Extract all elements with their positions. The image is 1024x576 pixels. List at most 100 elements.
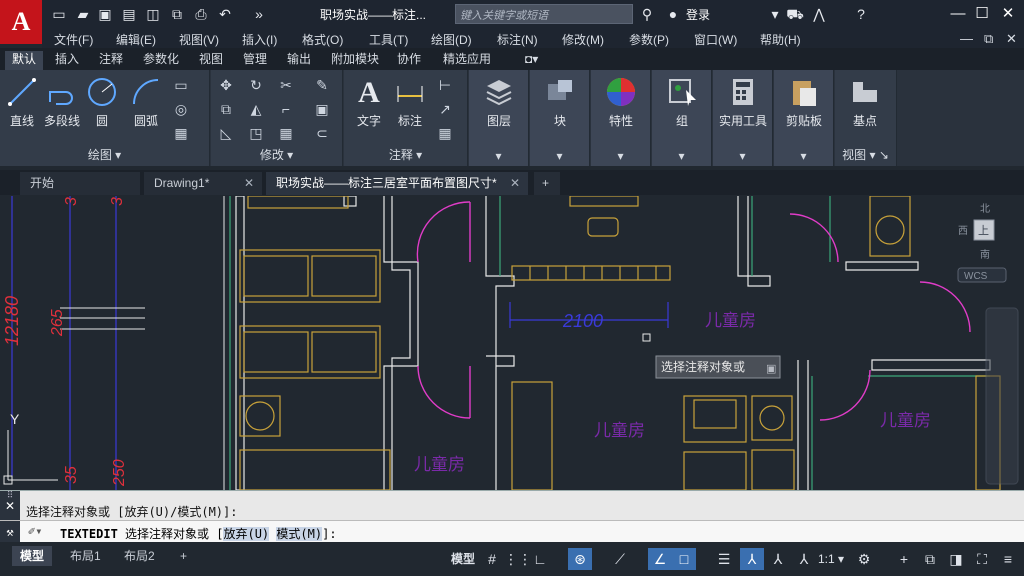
doc-restore-icon[interactable]: ⧉	[984, 31, 993, 47]
stretch-icon[interactable]: ◺	[217, 124, 235, 142]
gradient-icon[interactable]: ▦	[172, 124, 190, 142]
layout-tab-model[interactable]: 模型	[12, 546, 53, 566]
circle-button[interactable]: 圆	[86, 76, 118, 129]
viewcube-north[interactable]: 北	[980, 203, 990, 215]
menu-draw[interactable]: 绘图(D)	[431, 31, 472, 48]
dim-text-2100[interactable]: 2100	[562, 311, 603, 331]
network-icon[interactable]: ⋀	[810, 5, 828, 23]
command-line[interactable]: ⚒ ✐▾ TEXTEDIT 选择注释对象或 [放弃(U) 模式(M)]:	[0, 520, 1024, 543]
menu-window[interactable]: 窗口(W)	[694, 31, 737, 48]
lineweight-icon[interactable]: ☰	[712, 548, 736, 570]
tab-addins[interactable]: 附加模块	[324, 51, 386, 70]
scale-icon[interactable]: ◳	[247, 124, 265, 142]
fillet-icon[interactable]: ⌐	[277, 100, 295, 118]
hardware-accel-icon[interactable]: ◨	[944, 548, 968, 570]
annotation-visibility-icon[interactable]: ⅄	[740, 548, 764, 570]
isolate-icon[interactable]: ⧉	[918, 548, 942, 570]
redo-icon[interactable]: »	[250, 5, 268, 23]
utilities-button[interactable]: 实用工具	[717, 76, 769, 129]
close-icon[interactable]: ✕	[510, 172, 520, 194]
fullscreen-icon[interactable]: ⛶	[970, 548, 994, 570]
plus-icon[interactable]: +	[892, 548, 916, 570]
maximize-icon[interactable]: ☐	[972, 4, 992, 24]
web-icon[interactable]: ◫	[144, 5, 162, 23]
gear-icon[interactable]: ⚙	[852, 548, 876, 570]
modify-panel-label[interactable]: 修改 ▾	[211, 146, 342, 163]
command-grip[interactable]: ⠿ ✕	[0, 491, 20, 521]
tab-annotate[interactable]: 注释	[92, 51, 130, 70]
new-tab-button[interactable]: +	[534, 172, 560, 195]
arc-button[interactable]: 圆弧	[128, 76, 164, 129]
linear-dim-icon[interactable]: ⊢	[436, 76, 454, 94]
undo-icon[interactable]: ↶	[216, 5, 234, 23]
search-input[interactable]: 键入关键字或短语	[455, 4, 633, 24]
annotation-scale-icon[interactable]: ⅄	[792, 548, 816, 570]
array-icon[interactable]: ▦	[277, 124, 295, 142]
rotate-icon[interactable]: ↻	[247, 76, 265, 94]
view-panel-label[interactable]: 视图 ▾ ↘	[835, 146, 896, 163]
menu-modify[interactable]: 修改(M)	[562, 31, 604, 48]
grid-icon[interactable]: #	[480, 548, 504, 570]
cloud-icon[interactable]: ⧉	[168, 5, 186, 23]
plot-icon[interactable]: ⎙	[192, 5, 210, 23]
drawing-svg[interactable]: 12180 265 3 3 35 250 Y 2100 儿童房 儿童房 儿童房 …	[0, 196, 1024, 490]
explode-icon[interactable]: ▣	[313, 100, 331, 118]
group-dropdown-icon[interactable]: ▾	[652, 149, 711, 163]
viewcube-south[interactable]: 南	[980, 248, 990, 261]
menu-help[interactable]: 帮助(H)	[760, 31, 801, 48]
tab-insert[interactable]: 插入	[48, 51, 86, 70]
tab-featured-apps[interactable]: 精选应用	[436, 51, 498, 70]
copy-icon[interactable]: ⧉	[217, 100, 235, 118]
object-track-icon[interactable]: ∠	[648, 548, 672, 570]
clipboard-dropdown-icon[interactable]: ▾	[774, 149, 833, 163]
draw-panel-label[interactable]: 绘图 ▾	[0, 146, 209, 163]
doc-tab-start[interactable]: 开始	[20, 172, 140, 195]
move-icon[interactable]: ✥	[217, 76, 235, 94]
help-icon[interactable]: ?	[852, 5, 870, 23]
mirror-icon[interactable]: ◭	[247, 100, 265, 118]
group-button[interactable]: 组	[664, 76, 700, 129]
open-icon[interactable]: ▰	[74, 5, 92, 23]
cart-icon[interactable]: ⛟	[786, 5, 804, 23]
scale-dropdown[interactable]: 1:1 ▾	[814, 548, 848, 570]
save-icon[interactable]: ▣	[96, 5, 114, 23]
text-button[interactable]: A 文字	[352, 76, 386, 129]
doc-tab-drawing1[interactable]: Drawing1* ✕	[144, 172, 262, 195]
close-icon[interactable]: ✕	[244, 172, 254, 194]
command-prompt[interactable]: TEXTEDIT 选择注释对象或 [放弃(U) 模式(M)]:	[60, 525, 337, 542]
doc-tab-current[interactable]: 职场实战——标注三居室平面布置图尺寸* ✕	[266, 172, 528, 195]
option-undo[interactable]: 放弃(U)	[223, 527, 270, 541]
viewcube-west[interactable]: 西	[958, 226, 968, 237]
add-layout-button[interactable]: +	[172, 546, 195, 566]
ribbon-toggle-icon[interactable]: ◘▾	[518, 51, 545, 70]
leader-icon[interactable]: ↗	[436, 100, 454, 118]
polar-icon[interactable]: ⊛	[568, 548, 592, 570]
block-button[interactable]: 块	[542, 76, 578, 129]
new-icon[interactable]: ▭	[50, 5, 68, 23]
menu-insert[interactable]: 插入(I)	[242, 31, 277, 48]
customize-icon[interactable]: ≡	[996, 548, 1020, 570]
close-icon[interactable]: ✕	[998, 4, 1018, 24]
block-dropdown-icon[interactable]: ▾	[530, 149, 589, 163]
menu-format[interactable]: 格式(O)	[302, 31, 343, 48]
model-space-button[interactable]: 模型	[446, 548, 480, 570]
menu-file[interactable]: 文件(F)	[54, 31, 93, 48]
isodraft-icon[interactable]: ⟋	[608, 548, 632, 570]
utilities-dropdown-icon[interactable]: ▾	[713, 149, 772, 163]
save-as-icon[interactable]: ▤	[120, 5, 138, 23]
dimension-2100[interactable]: 2100	[509, 302, 669, 331]
offset-icon[interactable]: ⊂	[313, 124, 331, 142]
tab-parametric[interactable]: 参数化	[136, 51, 186, 70]
app-menu-button[interactable]: A	[0, 0, 42, 44]
minimize-icon[interactable]: —	[948, 4, 968, 24]
dimension-button[interactable]: 标注	[392, 76, 428, 129]
option-mode[interactable]: 模式(M)	[276, 527, 323, 541]
close-icon[interactable]: ✕	[0, 499, 20, 513]
tab-default[interactable]: 默认	[5, 51, 44, 70]
erase-icon[interactable]: ✎	[313, 76, 331, 94]
tab-manage[interactable]: 管理	[236, 51, 274, 70]
tooltip-down-icon[interactable]: ▣	[766, 363, 776, 375]
menu-view[interactable]: 视图(V)	[179, 31, 219, 48]
layout-tab-2[interactable]: 布局2	[116, 546, 163, 566]
hatch-icon[interactable]: ◎	[172, 100, 190, 118]
